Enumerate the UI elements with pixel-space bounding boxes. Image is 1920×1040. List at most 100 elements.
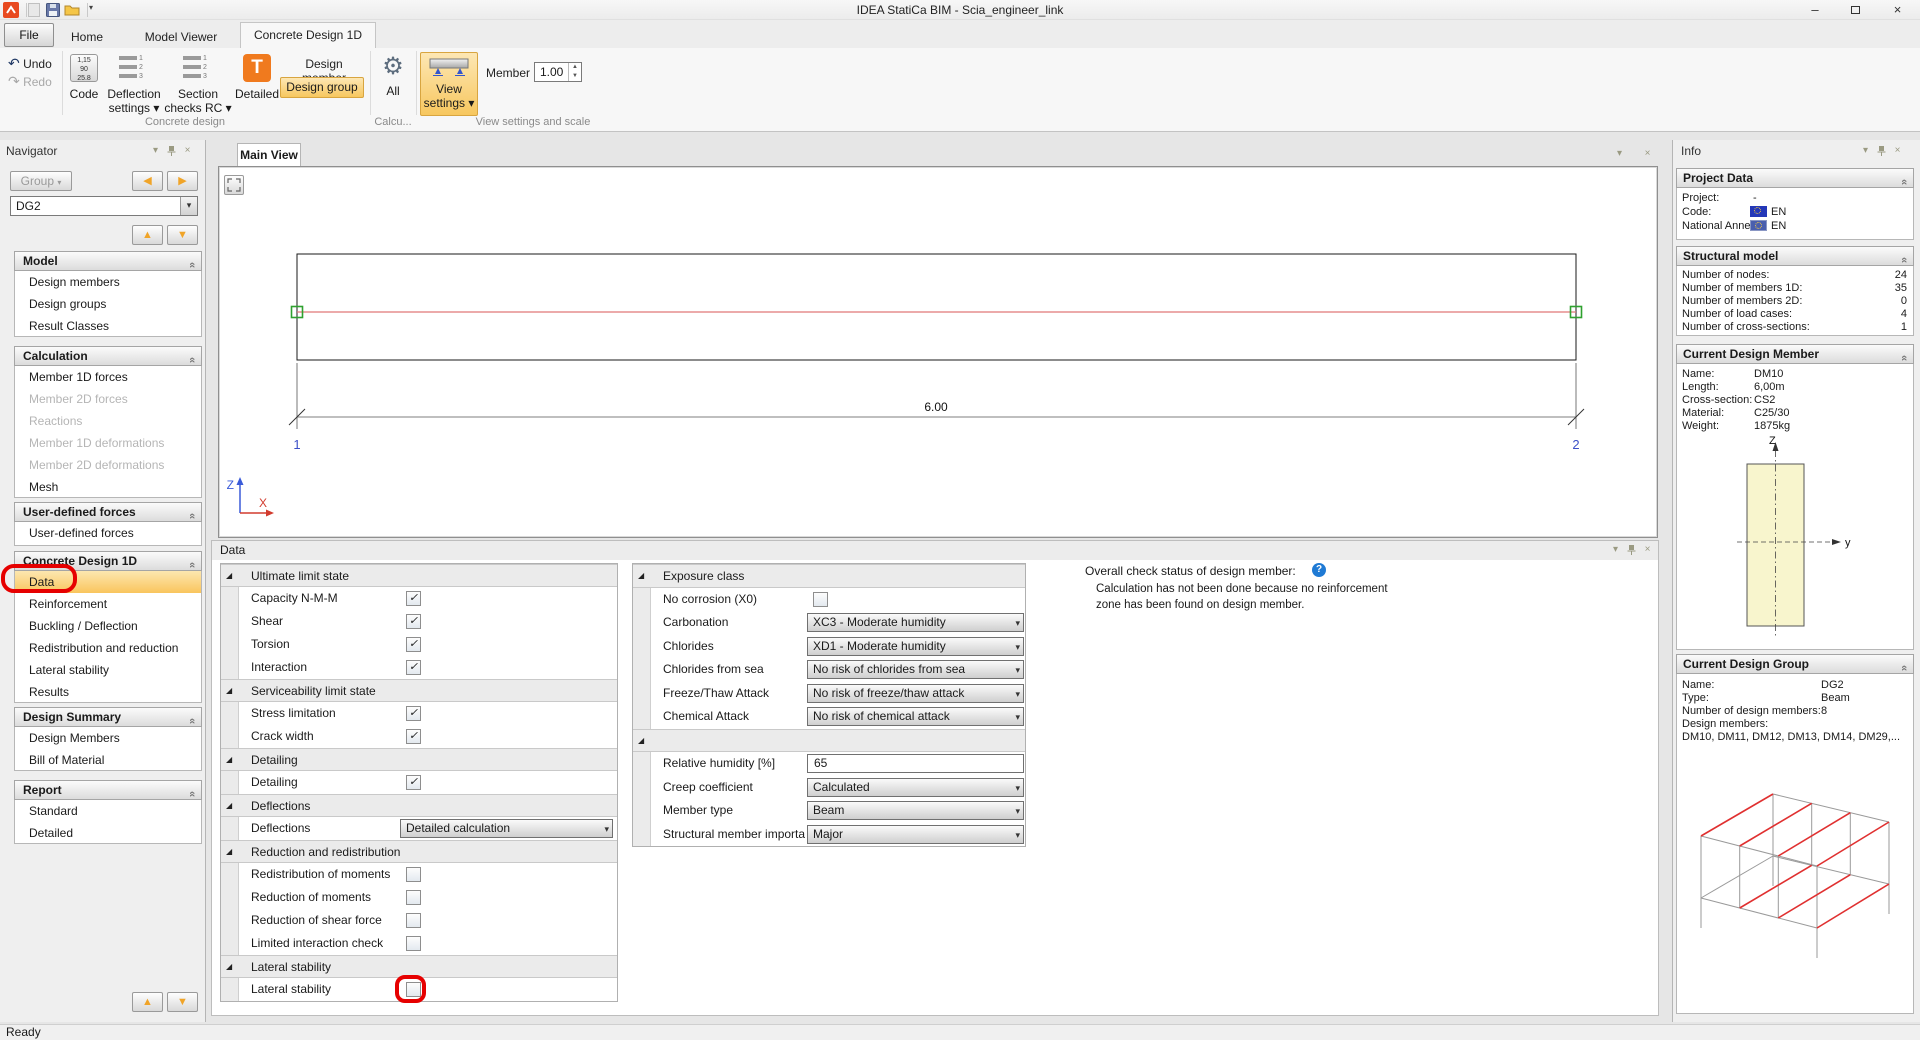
checkbox[interactable]: ✓ xyxy=(406,591,421,606)
info-section-project-data[interactable]: Project Data« xyxy=(1676,168,1914,188)
nav-section-report[interactable]: Report« xyxy=(14,780,202,800)
info-close-icon[interactable]: × xyxy=(1890,145,1905,158)
member-scale-stepper[interactable]: 1.00 ▲▼ xyxy=(534,62,582,82)
table-group-header[interactable]: ◢Reduction and redistribution xyxy=(221,840,617,863)
tab-model-viewer[interactable]: Model Viewer xyxy=(128,26,234,48)
nav-item-report-standard[interactable]: Standard xyxy=(15,800,201,822)
checkbox[interactable]: ✓ xyxy=(406,660,421,675)
nav-item-reinforcement[interactable]: Reinforcement xyxy=(15,593,201,615)
model-viewport[interactable]: 6.00 1 2 Z X xyxy=(218,166,1658,538)
next-group-button[interactable]: ▶ xyxy=(167,171,198,191)
nav-section-design-summary[interactable]: Design Summary« xyxy=(14,707,202,727)
nav-bottom-down-button[interactable]: ▼ xyxy=(167,992,198,1012)
table-group-header[interactable]: ◢Detailing xyxy=(221,748,617,771)
current-group-combobox[interactable]: DG2 ▾ xyxy=(10,196,198,216)
file-menu-button[interactable]: File xyxy=(4,23,54,47)
freeze-thaw-dropdown[interactable]: No risk of freeze/thaw attack▾ xyxy=(807,684,1024,703)
nav-bottom-up-button[interactable]: ▲ xyxy=(132,992,163,1012)
calculate-all-button[interactable]: ⚙ All xyxy=(372,54,414,98)
back-arrow-icon: ◀ xyxy=(143,175,151,187)
info-value: 24 xyxy=(1895,269,1907,281)
carbonation-dropdown[interactable]: XC3 - Moderate humidity▾ xyxy=(807,613,1024,632)
nav-item-buckling-deflection[interactable]: Buckling / Deflection xyxy=(15,615,201,637)
nav-section-calculation[interactable]: Calculation« xyxy=(14,346,202,366)
nav-item-user-defined-forces[interactable]: User-defined forces xyxy=(15,522,201,544)
undo-button[interactable]: ↶ Undo xyxy=(8,55,52,72)
checkbox[interactable] xyxy=(813,592,828,607)
navigator-pin-icon[interactable] xyxy=(164,145,179,158)
nav-item-bill-of-material[interactable]: Bill of Material xyxy=(15,749,201,771)
relative-humidity-input[interactable]: 65 xyxy=(807,754,1024,773)
chlorides-sea-dropdown[interactable]: No risk of chlorides from sea▾ xyxy=(807,660,1024,679)
table-row: Chemical Attack No risk of chemical atta… xyxy=(633,705,1025,729)
member-importance-dropdown[interactable]: Major▾ xyxy=(807,825,1024,844)
tab-home[interactable]: Home xyxy=(58,26,116,48)
checkbox[interactable]: ✓ xyxy=(406,729,421,744)
info-pin-icon[interactable] xyxy=(1874,145,1889,158)
checkbox[interactable] xyxy=(406,936,421,951)
info-label: Project: xyxy=(1682,192,1719,204)
previous-group-button[interactable]: ◀ xyxy=(132,171,163,191)
view-settings-button[interactable]: View settings ▾ xyxy=(420,52,478,116)
minimize-button[interactable]: – xyxy=(1795,0,1835,20)
move-up-button[interactable]: ▲ xyxy=(132,225,163,245)
redo-button[interactable]: ↷ Redo xyxy=(8,73,52,90)
info-dropdown-icon[interactable]: ▾ xyxy=(1858,145,1873,158)
nav-item-mesh[interactable]: Mesh xyxy=(15,476,201,498)
move-down-button[interactable]: ▼ xyxy=(167,225,198,245)
checkbox[interactable]: ✓ xyxy=(406,637,421,652)
checkbox[interactable] xyxy=(406,867,421,882)
table-group-header[interactable]: ◢Ultimate limit state xyxy=(221,564,617,587)
main-view-collapse-icon[interactable]: ▾ xyxy=(1612,148,1627,161)
info-section-structural-model[interactable]: Structural model« xyxy=(1676,246,1914,266)
detailed-button[interactable]: T Detailed xyxy=(234,54,280,101)
nav-section-model[interactable]: Model« xyxy=(14,251,202,271)
main-view-close-icon[interactable]: × xyxy=(1640,148,1655,161)
section-checks-rc-button[interactable]: 1 2 3 Section checks RC ▾ xyxy=(164,54,232,115)
table-group-header[interactable]: ◢ xyxy=(633,729,1025,753)
table-group-header[interactable]: ◢Serviceability limit state xyxy=(221,679,617,702)
nav-item-member-1d-forces[interactable]: Member 1D forces xyxy=(15,366,201,388)
creep-coefficient-dropdown[interactable]: Calculated▾ xyxy=(807,778,1024,797)
nav-item-design-groups[interactable]: Design groups xyxy=(15,293,201,315)
nav-section-user-forces[interactable]: User-defined forces« xyxy=(14,502,202,522)
checkbox[interactable]: ✓ xyxy=(406,775,421,790)
navigator-close-icon[interactable]: × xyxy=(180,145,195,158)
data-panel-close-icon[interactable]: × xyxy=(1640,544,1655,557)
tab-concrete-design-1d[interactable]: Concrete Design 1D xyxy=(240,22,376,48)
design-group-button[interactable]: Design group xyxy=(280,77,364,98)
collapse-chevron-icon: « xyxy=(1895,355,1913,361)
nav-item-report-detailed[interactable]: Detailed xyxy=(15,822,201,844)
data-panel-pin-icon[interactable] xyxy=(1624,544,1639,557)
table-row: Redistribution of moments xyxy=(221,863,617,886)
chemical-attack-dropdown[interactable]: No risk of chemical attack▾ xyxy=(807,707,1024,726)
checkbox[interactable] xyxy=(406,890,421,905)
nav-item-lateral-stability[interactable]: Lateral stability xyxy=(15,659,201,681)
nav-item-redistribution-reduction[interactable]: Redistribution and reduction xyxy=(15,637,201,659)
info-section-current-design-group[interactable]: Current Design Group« xyxy=(1676,654,1914,674)
checkbox[interactable]: ✓ xyxy=(406,614,421,629)
info-section-current-design-member[interactable]: Current Design Member« xyxy=(1676,344,1914,364)
checkbox[interactable]: ✓ xyxy=(406,706,421,721)
deflection-settings-button[interactable]: 1 2 3 Deflection settings ▾ xyxy=(100,54,168,115)
help-icon[interactable]: ? xyxy=(1312,563,1326,577)
member-type-dropdown[interactable]: Beam▾ xyxy=(807,801,1024,820)
deflections-dropdown[interactable]: Detailed calculation▾ xyxy=(400,819,613,838)
eu-flag-icon xyxy=(1750,220,1767,232)
chevron-down-icon[interactable]: ▾ xyxy=(180,197,197,215)
checkbox[interactable] xyxy=(406,913,421,928)
nav-item-results[interactable]: Results xyxy=(15,681,201,703)
table-group-header[interactable]: ◢Deflections xyxy=(221,794,617,817)
tab-main-view[interactable]: Main View xyxy=(237,143,301,166)
nav-item-design-members-summary[interactable]: Design Members xyxy=(15,727,201,749)
data-panel-dropdown-icon[interactable]: ▾ xyxy=(1608,544,1623,557)
stepper-arrows-icon[interactable]: ▲▼ xyxy=(568,63,581,81)
nav-item-design-members[interactable]: Design members xyxy=(15,271,201,293)
chlorides-dropdown[interactable]: XD1 - Moderate humidity▾ xyxy=(807,637,1024,656)
group-mode-selector[interactable]: Group ▾ xyxy=(10,171,72,191)
table-group-header[interactable]: ◢Exposure class xyxy=(633,564,1025,588)
navigator-dropdown-icon[interactable]: ▾ xyxy=(148,145,163,158)
nav-item-result-classes[interactable]: Result Classes xyxy=(15,315,201,337)
restore-button[interactable] xyxy=(1835,0,1875,20)
close-button[interactable]: × xyxy=(1875,0,1920,20)
